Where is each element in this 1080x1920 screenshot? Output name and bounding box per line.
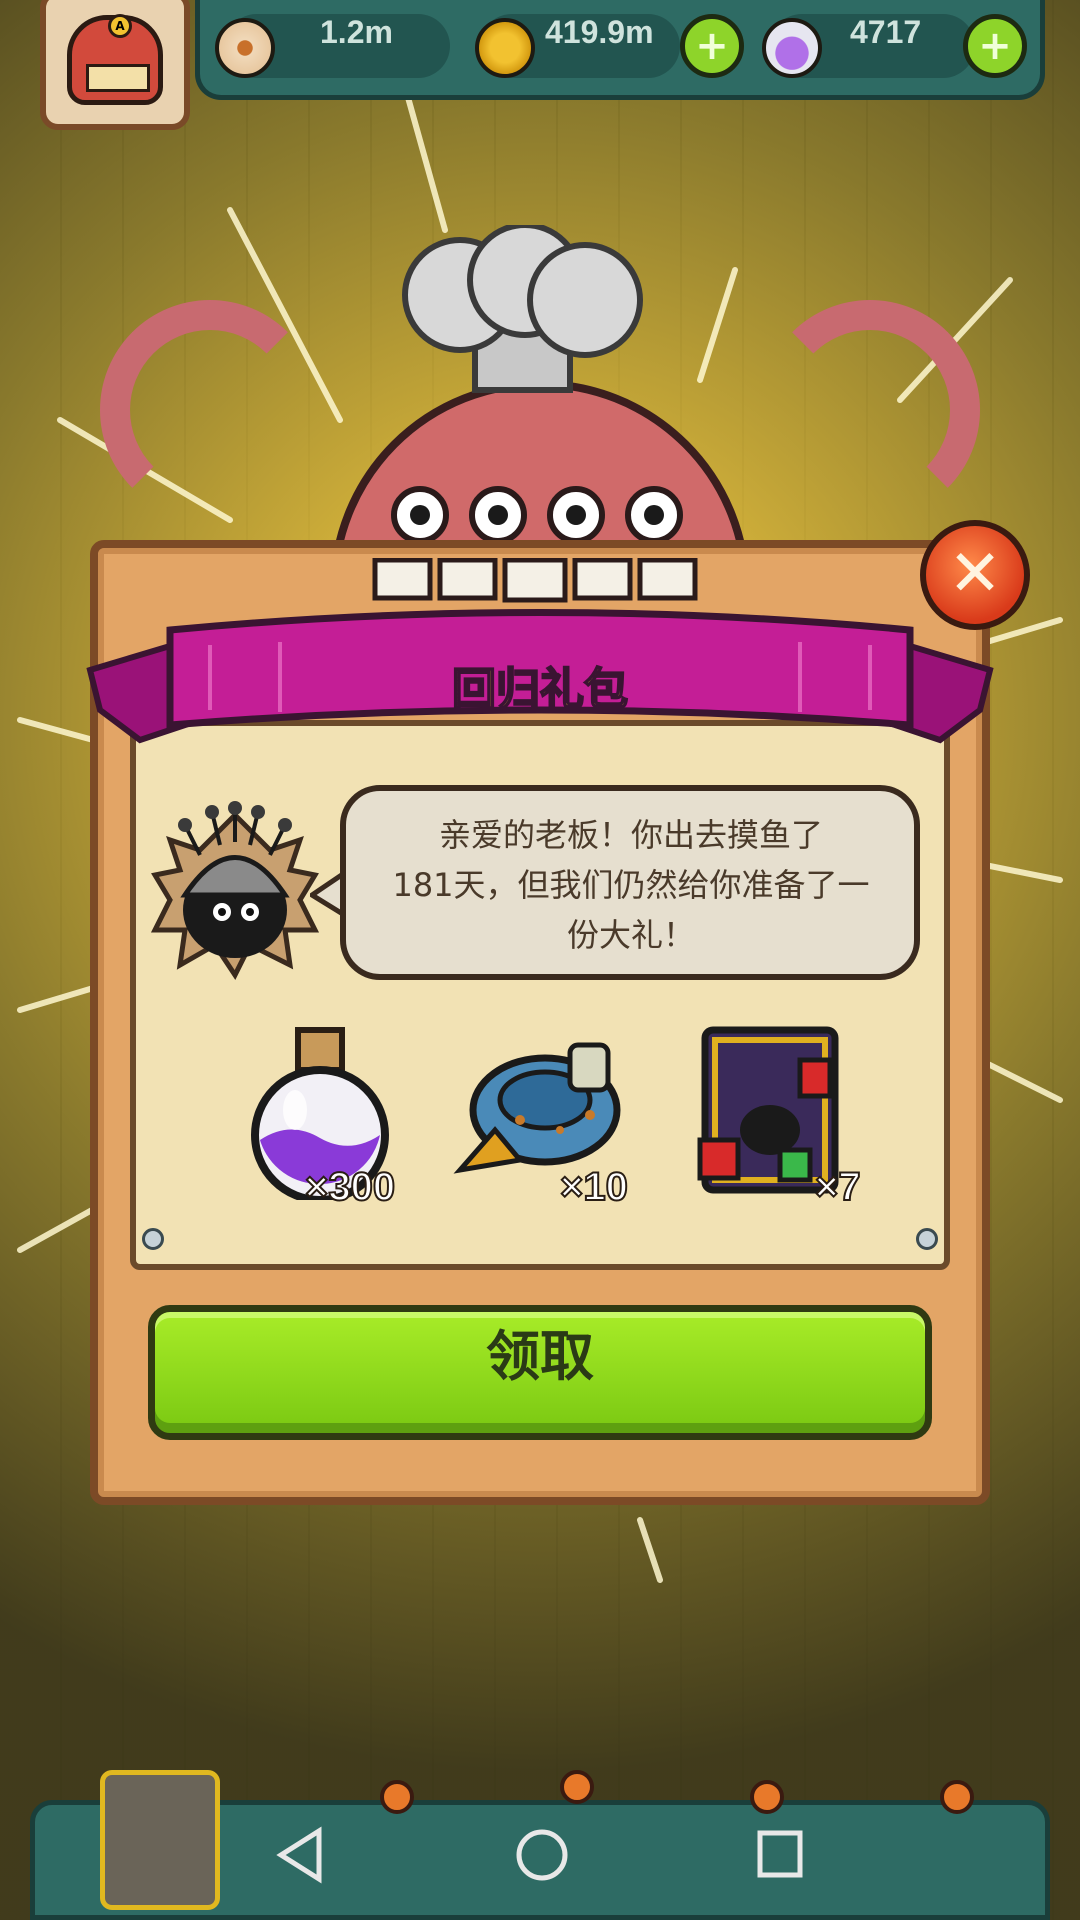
reward-count: ×300 [304, 1164, 396, 1210]
potion-flask-icon [762, 18, 822, 78]
reward-count: ×10 [559, 1164, 629, 1210]
speech-message: 亲爱的老板！你出去摸鱼了 181天，但我们仍然给你准备了一 份大礼！ [392, 816, 870, 954]
eyeball-icon [215, 18, 275, 78]
reward-item-potion[interactable]: ×300 [230, 1020, 410, 1220]
reward-count: ×7 [814, 1164, 862, 1210]
reward-item-card[interactable]: ×7 [680, 1020, 862, 1220]
reward-item-scroll[interactable]: ×10 [450, 1020, 630, 1220]
potions-value: 4717 [850, 14, 922, 50]
recents-nav-icon[interactable] [755, 1825, 805, 1885]
gold-coin-icon [475, 18, 535, 78]
add-coins-button[interactable]: + [680, 14, 744, 78]
tab-restaurant[interactable] [100, 1770, 220, 1910]
notification-dot [560, 1770, 594, 1804]
claim-button[interactable]: 领取 [148, 1305, 932, 1440]
rivet [142, 1228, 164, 1250]
add-potions-button[interactable]: + [963, 14, 1027, 78]
octopus-tentacle-right [760, 300, 980, 520]
monster-avatar-icon: A [67, 14, 163, 105]
close-button[interactable]: ✕ [920, 520, 1030, 630]
notification-dot [380, 1780, 414, 1814]
eyes-value: 1.2m [320, 14, 393, 50]
notification-dot [940, 1780, 974, 1814]
tab-more[interactable] [860, 1770, 980, 1910]
octopus-teeth [372, 558, 698, 603]
back-nav-icon[interactable] [275, 1825, 325, 1885]
player-avatar-button[interactable]: A [40, 0, 190, 130]
home-nav-icon[interactable] [512, 1825, 572, 1885]
soot-sprite-character-icon [150, 801, 320, 980]
rivet [916, 1228, 938, 1250]
dialog-title: 回归礼包 [451, 663, 629, 716]
octopus-tentacle-left [100, 300, 320, 520]
chef-hat-icon [402, 225, 643, 393]
notification-dot [750, 1780, 784, 1814]
coins-value: 419.9m [545, 14, 654, 50]
